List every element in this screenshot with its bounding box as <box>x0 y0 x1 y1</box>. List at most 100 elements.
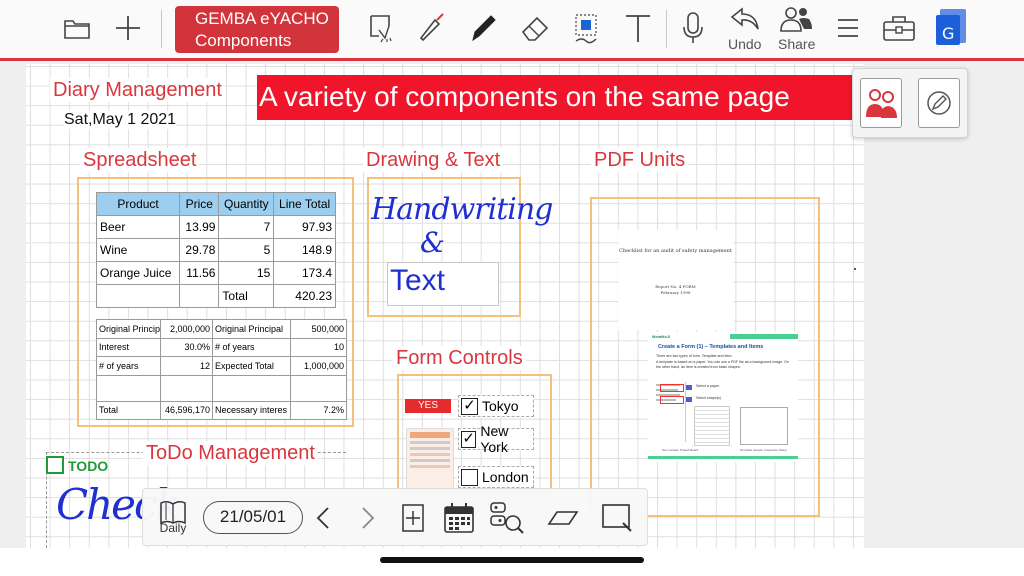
pen-icon[interactable] <box>463 8 503 48</box>
loan-cell[interactable]: 500,000 <box>290 319 347 339</box>
sheet-header[interactable]: Line Total <box>273 192 336 216</box>
diary-title: Diary Management <box>50 78 225 102</box>
sheet-header[interactable]: Product <box>95 192 181 216</box>
sheet-cell[interactable]: Beer <box>95 215 181 239</box>
table-row: Interest 30.0% # of years 10 <box>96 337 347 357</box>
loan-cell[interactable]: 7.2% <box>290 400 347 420</box>
checkbox-label: Tokyo <box>482 398 519 414</box>
loan-cell[interactable] <box>290 374 347 402</box>
zoom-frame-icon <box>602 504 632 532</box>
loan-spreadsheet[interactable]: Original Principa 2,000,000 Original Pri… <box>96 319 347 420</box>
sheet-cell[interactable] <box>179 284 220 308</box>
sheet-total-label[interactable]: Total <box>218 284 275 308</box>
loan-cell[interactable] <box>96 374 161 402</box>
loan-cell[interactable]: Interest <box>96 337 161 357</box>
undo-icon[interactable] <box>725 2 765 36</box>
todo-tag: TODO <box>68 458 109 474</box>
loan-cell[interactable]: # of years <box>212 337 291 357</box>
pdf-page2-step1: Select a paper <box>696 384 720 388</box>
calendar-button[interactable] <box>441 498 477 538</box>
daily-view-button[interactable]: Daily <box>155 497 191 537</box>
toolbox-icon[interactable] <box>879 8 919 48</box>
pdf-page1-sub2: February 1998 <box>660 290 691 295</box>
folder-icon[interactable] <box>57 8 97 48</box>
eraser-mode-button[interactable] <box>545 498 581 538</box>
handwriting-ampersand[interactable]: & <box>420 226 445 259</box>
participants-button[interactable] <box>860 78 902 128</box>
check-mark-icon: ✓ <box>461 429 477 448</box>
eraser-icon[interactable] <box>515 8 555 48</box>
checkbox-new-york[interactable]: ✓ New York <box>458 423 534 455</box>
checkbox-tokyo[interactable]: ✓ Tokyo <box>458 395 534 417</box>
sheet-total-value[interactable]: 420.23 <box>273 284 336 308</box>
sheet-cell[interactable]: Orange Juice <box>95 261 181 285</box>
share-label[interactable]: Share <box>778 36 815 52</box>
search-items-button[interactable] <box>487 498 527 538</box>
previous-page-button[interactable] <box>311 498 335 538</box>
app-root: GEMBA eYACHO Components Undo Share G Dia… <box>0 0 1024 576</box>
sheet-cell[interactable]: 5 <box>218 238 275 262</box>
loan-cell[interactable]: Total <box>96 400 161 420</box>
sheet-cell[interactable]: 173.4 <box>273 261 336 285</box>
loan-cell[interactable]: Original Principal <box>212 319 291 339</box>
sheet-cell[interactable]: 148.9 <box>273 238 336 262</box>
add-page-button[interactable] <box>398 498 428 538</box>
todo-label: ToDo Management <box>143 441 318 465</box>
sheet-cell[interactable]: 7 <box>218 215 275 239</box>
pdf-page-2[interactable]: MetaMoJi Create a Form (1) – Templates a… <box>648 332 798 462</box>
pdf-page2-title: Create a Form (1) – Templates and Items <box>658 344 764 350</box>
yes-badge[interactable]: YES <box>405 399 451 413</box>
text-box[interactable]: Text <box>387 262 499 306</box>
loan-cell[interactable] <box>212 374 291 402</box>
next-page-button[interactable] <box>356 498 380 538</box>
loan-cell[interactable]: Expected Total <box>212 356 291 376</box>
sheet-cell[interactable]: 97.93 <box>273 215 336 239</box>
sheet-cell[interactable]: 29.78 <box>179 238 220 262</box>
loan-cell[interactable]: 46,596,170 <box>160 400 213 420</box>
form-thumbnail <box>406 428 454 490</box>
app-title-line2: Components <box>195 31 292 50</box>
sheet-header[interactable]: Quantity <box>218 192 275 216</box>
todo-checkbox[interactable] <box>46 456 64 474</box>
sheet-cell[interactable] <box>95 284 181 308</box>
google-docs-icon[interactable]: G <box>931 8 971 48</box>
sheet-header[interactable]: Price <box>179 192 220 216</box>
loan-cell[interactable]: 10 <box>290 337 347 357</box>
page-banner[interactable]: A variety of components on the same page <box>257 75 853 120</box>
pen-edit-button[interactable] <box>918 78 960 128</box>
pdf-page-1[interactable]: Checklist for an audit of safety managem… <box>618 230 733 330</box>
page-date: Sat,May 1 2021 <box>64 111 177 129</box>
loan-cell[interactable]: Necessary interes <box>212 400 291 420</box>
zoom-frame-button[interactable] <box>599 498 635 538</box>
microphone-icon[interactable] <box>673 8 713 48</box>
menu-icon[interactable] <box>828 8 868 48</box>
loan-cell[interactable]: Original Principa <box>96 319 161 339</box>
sheet-cell[interactable]: 11.56 <box>179 261 220 285</box>
table-row: # of years 12 Expected Total 1,000,000 <box>96 356 347 376</box>
plus-icon[interactable] <box>108 8 148 48</box>
undo-label[interactable]: Undo <box>728 36 761 52</box>
laser-pointer-icon[interactable] <box>411 8 451 48</box>
loan-cell[interactable]: 2,000,000 <box>160 319 213 339</box>
text-icon[interactable] <box>618 8 658 48</box>
lasso-icon[interactable] <box>361 8 401 48</box>
pdf-page2-body1: There are two types of form, Template an… <box>656 354 733 358</box>
shape-select-icon[interactable] <box>566 8 606 48</box>
loan-cell[interactable]: # of years <box>96 356 161 376</box>
app-title-button[interactable]: GEMBA eYACHO Components <box>175 6 339 53</box>
sheet-cell[interactable]: Wine <box>95 238 181 262</box>
share-icon[interactable] <box>776 2 816 36</box>
loan-cell[interactable]: 30.0% <box>160 337 213 357</box>
loan-cell[interactable] <box>160 374 213 402</box>
loan-cell[interactable]: 12 <box>160 356 213 376</box>
date-navigation-field[interactable]: 21/05/01 <box>203 501 303 534</box>
product-spreadsheet[interactable]: Product Price Quantity Line Total Beer 1… <box>95 192 336 308</box>
handwriting-text[interactable]: Handwriting <box>371 192 553 227</box>
sheet-cell[interactable]: 13.99 <box>179 215 220 239</box>
sheet-cell[interactable]: 15 <box>218 261 275 285</box>
checkbox-london[interactable]: London <box>458 466 534 488</box>
checkbox-label: New York <box>480 423 509 455</box>
loan-cell[interactable]: 1,000,000 <box>290 356 347 376</box>
home-indicator[interactable] <box>380 557 644 563</box>
pdf-page2-arrow2 <box>686 397 692 402</box>
